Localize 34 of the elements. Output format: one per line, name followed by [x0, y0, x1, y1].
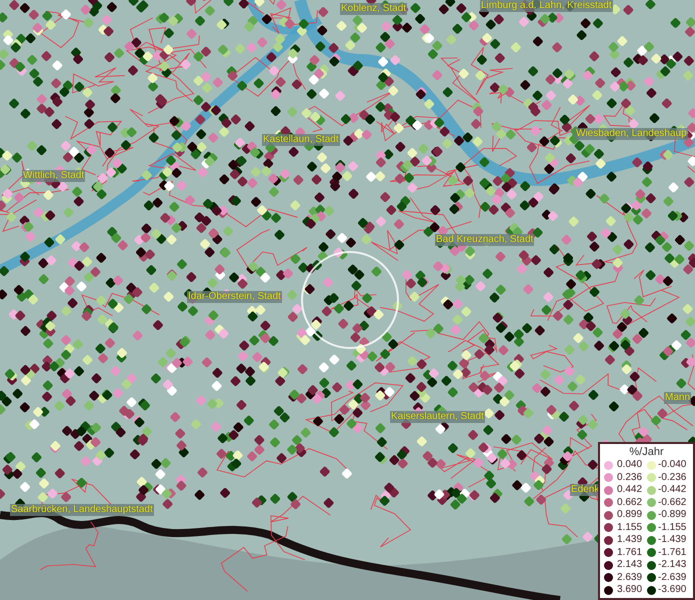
place-label: Bad Kreuznach, Stadt	[435, 234, 534, 246]
place-label: Wiesbaden, Landeshaup	[575, 128, 688, 140]
legend-value: -0.442	[658, 484, 686, 496]
legend-value: 0.662	[617, 496, 644, 509]
legend-value: -2.639	[658, 572, 686, 584]
legend-value: 1.761	[617, 546, 644, 559]
legend-value: 1.439	[617, 534, 644, 546]
place-label: Koblenz, Stadt	[340, 3, 408, 15]
legend-value: -3.690	[658, 584, 686, 596]
legend-value: 0.040	[617, 459, 644, 472]
place-label: Limburg a.d. Lahn, Kreisstadt	[480, 0, 613, 12]
legend-value: -0.236	[658, 472, 686, 484]
legend-value: 0.442	[617, 484, 644, 496]
place-label: Saarbrücken, Landeshauptstadt	[10, 504, 154, 516]
legend-value: -1.761	[658, 546, 686, 559]
legend-value: 2.143	[617, 559, 644, 572]
legend-value: 2.639	[617, 572, 644, 584]
legend-value: -0.899	[658, 509, 686, 522]
place-label: Edenk	[570, 484, 600, 496]
legend-value: -1.155	[658, 522, 686, 534]
place-label: Kastellaun, Stadt	[262, 134, 340, 146]
legend-value: -2.143	[658, 559, 686, 572]
legend-value: 0.899	[617, 509, 644, 522]
legend-value: -0.040	[658, 459, 686, 472]
place-label: Wittlich, Stadt	[22, 170, 86, 182]
legend-value: 0.236	[617, 472, 644, 484]
place-label: Kaiserslautern, Stadt	[390, 411, 485, 423]
legend-value: 3.690	[617, 584, 644, 596]
legend-value: -1.439	[658, 534, 686, 546]
place-label: Idar-Oberstein, Stadt	[187, 291, 282, 303]
legend-value: -0.662	[658, 496, 686, 509]
place-label: Mann	[664, 392, 692, 404]
legend-value: 1.155	[617, 522, 644, 534]
legend-title: %/Jahr	[629, 446, 664, 459]
